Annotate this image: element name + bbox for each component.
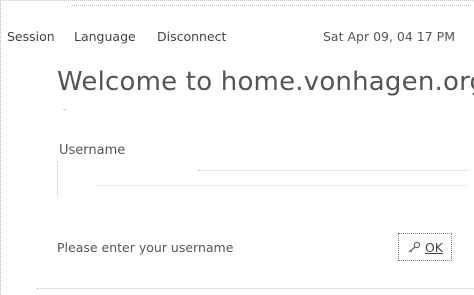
- prompt-text: Please enter your username: [57, 240, 234, 255]
- key-icon: [407, 241, 421, 253]
- username-input[interactable]: [57, 161, 468, 197]
- login-window: Session Language Disconnect Sat Apr 09, …: [0, 0, 474, 295]
- clock: Sat Apr 09, 04 17 PM: [323, 29, 456, 44]
- ok-label: OK: [424, 239, 444, 255]
- bottom-border: [37, 288, 473, 290]
- input-texture: [198, 170, 468, 172]
- input-texture: [98, 185, 468, 187]
- menu-disconnect[interactable]: Disconnect: [157, 29, 226, 44]
- menu-session[interactable]: Session: [7, 29, 55, 44]
- menu-language[interactable]: Language: [74, 29, 136, 44]
- divider: [63, 109, 66, 110]
- menu-bar: Session Language Disconnect Sat Apr 09, …: [1, 29, 474, 49]
- username-label: Username: [59, 143, 126, 158]
- welcome-title: Welcome to home.vonhagen.org: [57, 67, 474, 97]
- top-border: [71, 5, 471, 7]
- ok-button[interactable]: OK: [398, 233, 452, 261]
